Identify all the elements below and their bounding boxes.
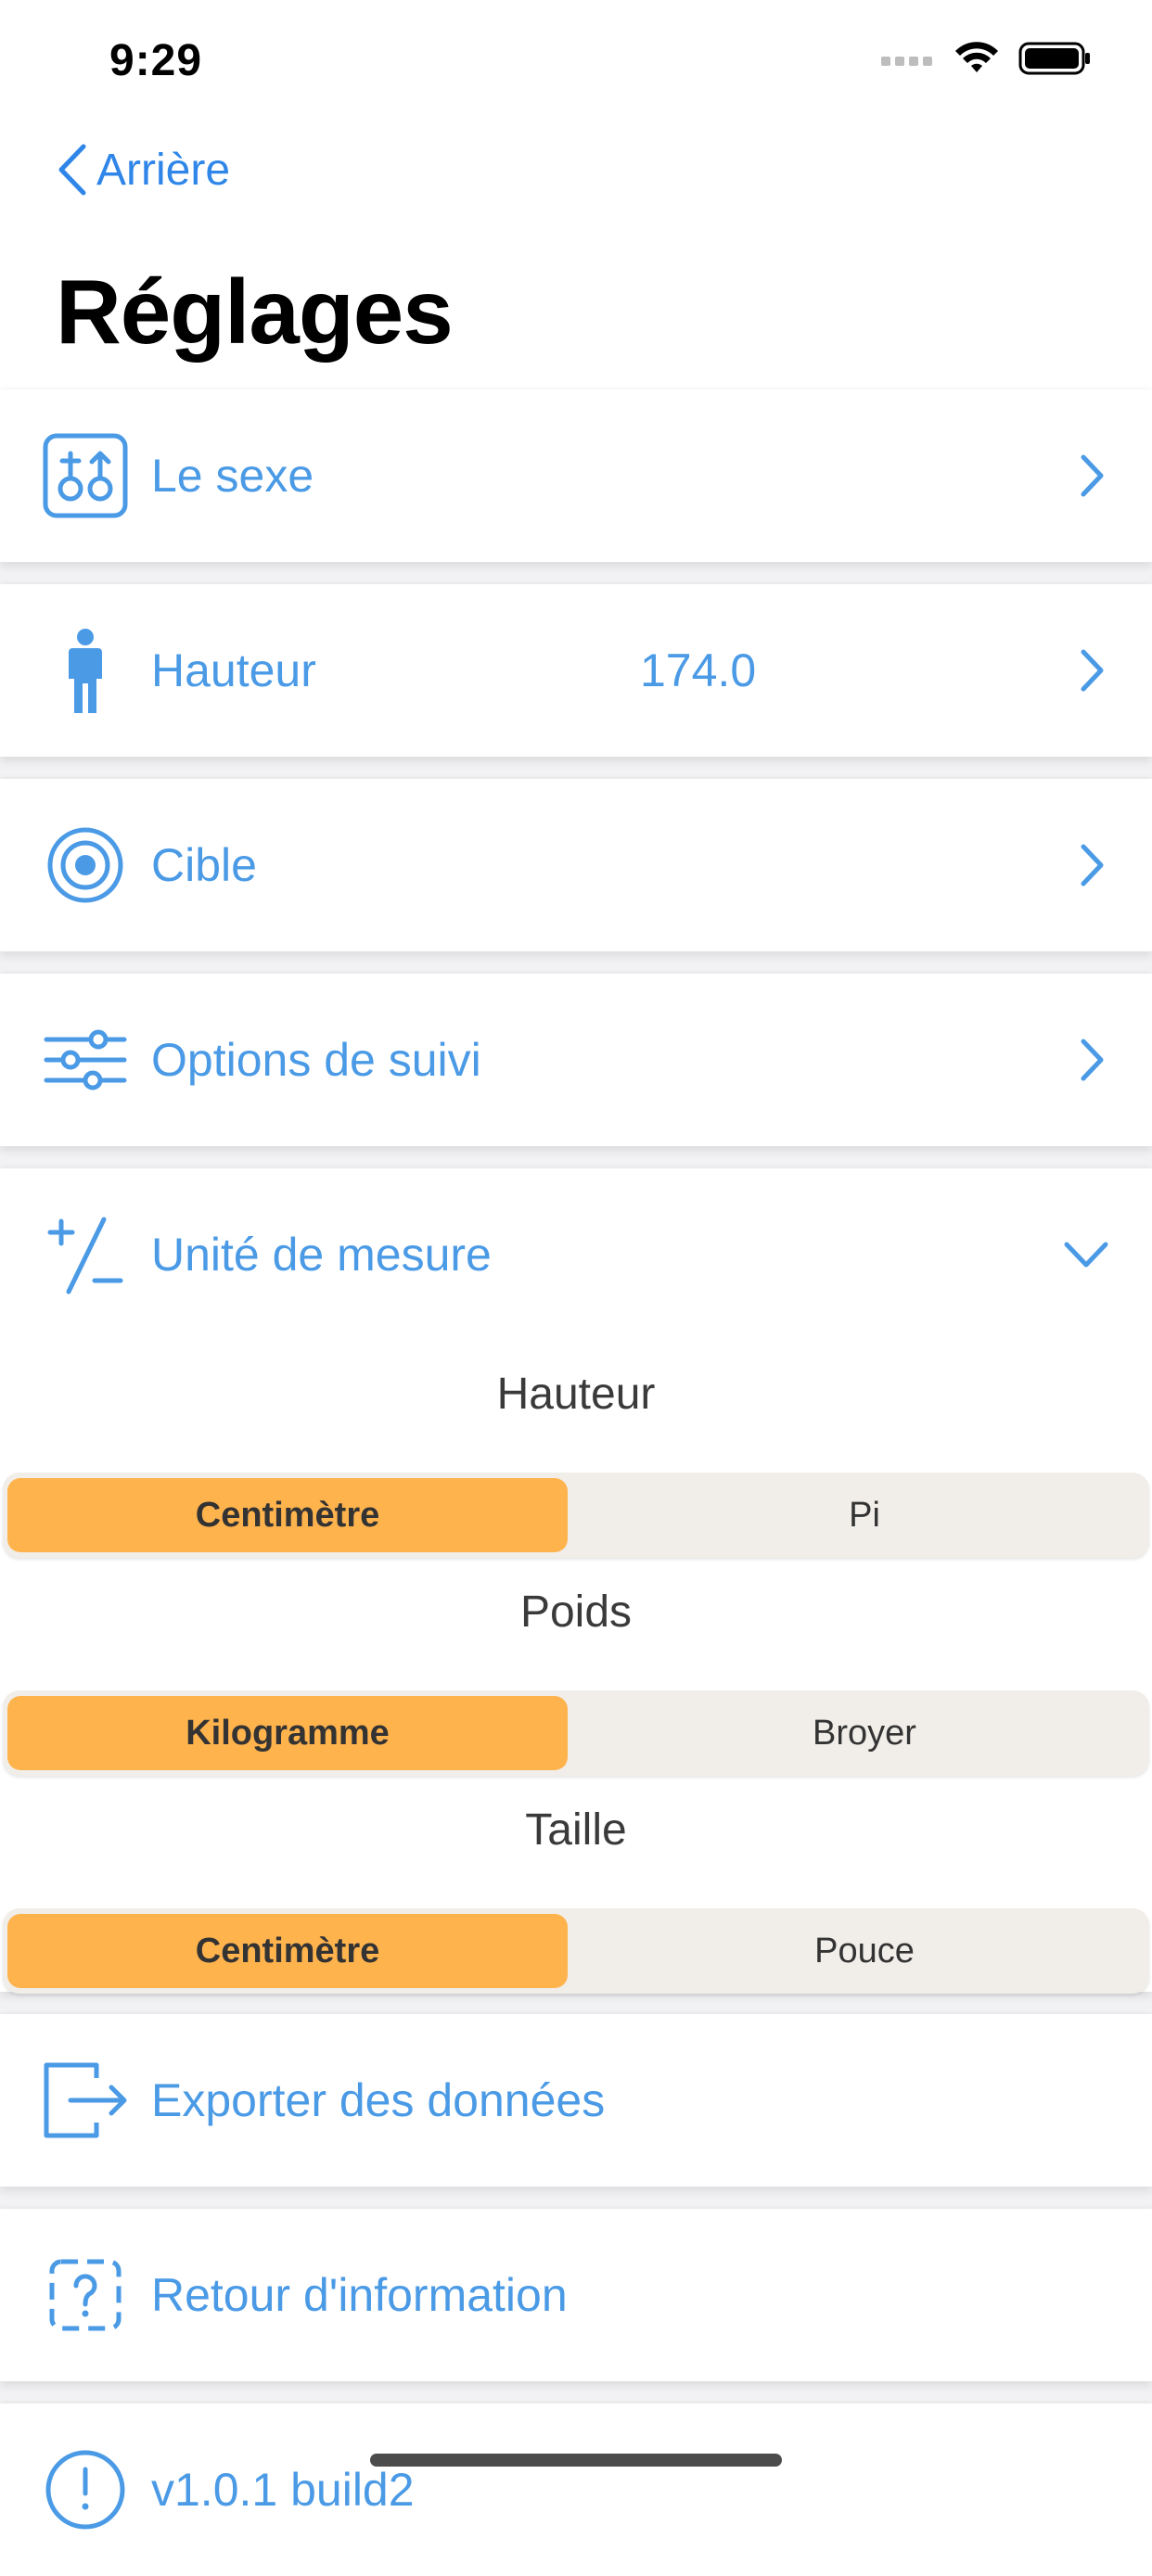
- chevron-right-icon: [1081, 844, 1104, 886]
- export-icon: [43, 2058, 128, 2143]
- waist-unit-segmented-control: Centimètre Pouce: [3, 1908, 1149, 1994]
- row-sex[interactable]: Le sexe: [0, 389, 1152, 562]
- page-title: Réglages: [56, 261, 454, 363]
- segment-centimetre[interactable]: Centimètre: [7, 1914, 568, 1988]
- status-bar: 9:29: [0, 0, 1152, 121]
- height-unit-segmented-control: Centimètre Pi: [3, 1473, 1149, 1558]
- sliders-icon: [43, 1017, 128, 1103]
- back-button[interactable]: Arrière: [56, 143, 230, 197]
- wifi-icon: [955, 42, 998, 72]
- chevron-right-icon: [1081, 454, 1104, 497]
- navigation-bar: Arrière Réglages: [0, 121, 1152, 389]
- row-height-label: Hauteur: [151, 644, 316, 696]
- row-tracking-label: Options de suivi: [151, 1034, 481, 1086]
- row-target[interactable]: Cible: [0, 779, 1152, 951]
- weight-unit-segmented-control: Kilogramme Broyer: [3, 1690, 1149, 1776]
- units-section: Unité de mesure Hauteur Centimètre Pi Po…: [0, 1168, 1152, 1994]
- row-export-label: Exporter des données: [151, 2074, 606, 2126]
- row-feedback[interactable]: Retour d'information: [0, 2209, 1152, 2381]
- row-version: v1.0.1 build2: [0, 2404, 1152, 2576]
- gender-icon: [43, 433, 128, 518]
- info-icon: [43, 2447, 128, 2532]
- chevron-down-icon[interactable]: [1063, 1239, 1109, 1270]
- waist-unit-title: Taille: [525, 1805, 627, 1855]
- row-export-data[interactable]: Exporter des données: [0, 2014, 1152, 2187]
- segment-broyer[interactable]: Broyer: [584, 1696, 1145, 1770]
- question-icon: [43, 2252, 128, 2338]
- target-icon: [43, 823, 128, 908]
- cellular-signal-icon: [881, 57, 932, 66]
- segment-kilogramme[interactable]: Kilogramme: [7, 1696, 568, 1770]
- plus-minus-icon: [43, 1212, 128, 1297]
- chevron-right-icon: [1081, 649, 1104, 692]
- chevron-left-icon: [58, 144, 86, 196]
- segment-pi[interactable]: Pi: [584, 1478, 1145, 1552]
- units-header[interactable]: Unité de mesure: [151, 1168, 492, 1341]
- person-icon: [43, 628, 128, 713]
- home-indicator[interactable]: [370, 2454, 782, 2467]
- status-icons: [881, 41, 1093, 76]
- row-sex-label: Le sexe: [151, 450, 314, 502]
- row-target-label: Cible: [151, 839, 257, 891]
- segment-pouce[interactable]: Pouce: [584, 1914, 1145, 1988]
- segment-centimetre[interactable]: Centimètre: [7, 1478, 568, 1552]
- status-time: 9:29: [109, 36, 203, 85]
- weight-unit-title: Poids: [519, 1588, 633, 1637]
- chevron-right-icon: [1081, 1039, 1104, 1081]
- battery-icon: [1018, 42, 1090, 75]
- row-height[interactable]: Hauteur 174.0: [0, 584, 1152, 757]
- back-label: Arrière: [96, 145, 231, 195]
- height-unit-title: Hauteur: [496, 1370, 656, 1419]
- row-height-value: 174.0: [640, 644, 757, 696]
- row-tracking-options[interactable]: Options de suivi: [0, 974, 1152, 1146]
- row-feedback-label: Retour d'information: [151, 2269, 568, 2321]
- row-version-label: v1.0.1 build2: [151, 2464, 415, 2516]
